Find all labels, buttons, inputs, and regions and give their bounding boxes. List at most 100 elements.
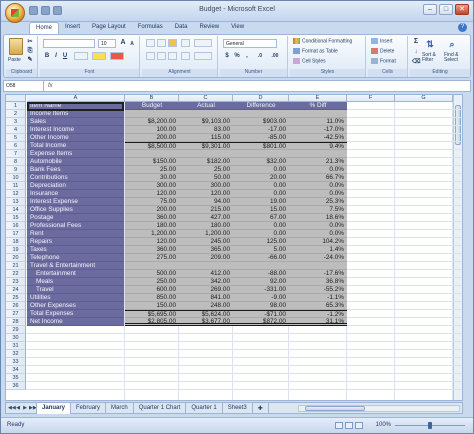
- row-header[interactable]: 35: [6, 374, 26, 382]
- row-header[interactable]: 31: [6, 342, 26, 350]
- value-cell[interactable]: -17.0%: [289, 126, 347, 134]
- value-cell[interactable]: 20.00: [233, 174, 289, 182]
- value-cell[interactable]: [179, 262, 233, 270]
- normal-view-icon[interactable]: [335, 422, 343, 429]
- value-cell[interactable]: $2,805.00: [125, 318, 179, 326]
- value-cell[interactable]: [125, 110, 179, 118]
- close-button[interactable]: ✕: [455, 4, 469, 15]
- value-cell[interactable]: 15.00: [233, 206, 289, 214]
- value-cell[interactable]: 67.00: [233, 214, 289, 222]
- number-format-dropdown[interactable]: General: [223, 39, 277, 48]
- item-name-cell[interactable]: Meals: [27, 278, 124, 286]
- value-cell[interactable]: -66.00: [233, 254, 289, 262]
- value-cell[interactable]: 275.00: [125, 254, 179, 262]
- value-cell[interactable]: 300.00: [179, 182, 233, 190]
- row-header[interactable]: 3: [6, 118, 26, 126]
- sheet-nav-icon[interactable]: ◀: [15, 405, 21, 412]
- insert-cells-button[interactable]: Insert: [371, 38, 393, 44]
- item-name-cell[interactable]: Insurance: [27, 190, 124, 198]
- value-cell[interactable]: 427.00: [179, 214, 233, 222]
- value-cell[interactable]: [233, 150, 289, 158]
- item-name-cell[interactable]: Bank Fees: [27, 166, 124, 174]
- value-cell[interactable]: 1,200.00: [179, 230, 233, 238]
- increase-decimal-icon[interactable]: .0: [253, 52, 267, 60]
- worksheet-grid[interactable]: A B C D E F G 1 Item Name Budget Actual Difference%…: [5, 94, 463, 401]
- copy-icon[interactable]: ⎘: [26, 47, 34, 55]
- insert-sheet-icon[interactable]: ✚: [253, 403, 269, 414]
- tab-data[interactable]: Data: [169, 22, 194, 34]
- value-cell[interactable]: 7.5%: [289, 206, 347, 214]
- value-cell[interactable]: 0.00: [233, 230, 289, 238]
- value-cell[interactable]: 120.00: [179, 190, 233, 198]
- item-name-cell[interactable]: Entertainment: [27, 270, 124, 278]
- row-header[interactable]: 36: [6, 382, 26, 390]
- value-cell[interactable]: 248.00: [179, 302, 233, 310]
- value-cell[interactable]: 1,200.00: [125, 230, 179, 238]
- value-cell[interactable]: 0.0%: [289, 190, 347, 198]
- font-size-dropdown[interactable]: 10: [98, 39, 116, 48]
- value-cell[interactable]: $150.00: [125, 158, 179, 166]
- align-middle-icon[interactable]: [157, 39, 166, 47]
- paste-label[interactable]: Paste: [8, 57, 21, 63]
- value-cell[interactable]: 11.0%: [289, 118, 347, 126]
- align-left-icon[interactable]: [146, 52, 155, 60]
- item-name-cell[interactable]: Expense Items: [27, 150, 124, 158]
- value-cell[interactable]: -331.00: [233, 286, 289, 294]
- value-cell[interactable]: 0.0%: [289, 222, 347, 230]
- value-cell[interactable]: 0.0%: [289, 230, 347, 238]
- indent-icon[interactable]: [181, 52, 190, 60]
- value-cell[interactable]: $872.00: [233, 318, 289, 326]
- sheet-nav-icon[interactable]: ▶: [22, 405, 28, 412]
- value-cell[interactable]: -1.2%: [289, 310, 347, 318]
- sheet-nav-icon[interactable]: ◀◀: [8, 405, 16, 412]
- value-cell[interactable]: 342.00: [179, 278, 233, 286]
- item-name-cell[interactable]: Income Items: [27, 110, 124, 118]
- find-select-label[interactable]: Find & Select: [444, 53, 466, 63]
- item-name-cell[interactable]: Rent: [27, 230, 124, 238]
- item-name-cell[interactable]: Interest Income: [27, 126, 124, 134]
- cell-styles-button[interactable]: Cell Styles: [293, 58, 326, 64]
- sheet-tab[interactable]: Quarter 1: [186, 403, 223, 414]
- cut-icon[interactable]: ✂: [26, 38, 34, 46]
- row-header[interactable]: 2: [6, 110, 26, 118]
- value-cell[interactable]: 200.00: [125, 134, 179, 142]
- page-layout-view-icon[interactable]: [345, 422, 353, 429]
- row-header[interactable]: 30: [6, 334, 26, 342]
- tab-review[interactable]: Review: [193, 22, 225, 34]
- row-header[interactable]: 33: [6, 358, 26, 366]
- value-cell[interactable]: 21.3%: [289, 158, 347, 166]
- align-right-icon[interactable]: [168, 52, 177, 60]
- align-center-icon[interactable]: [157, 52, 166, 60]
- value-cell[interactable]: 50.00: [179, 174, 233, 182]
- column-header[interactable]: E: [289, 95, 347, 102]
- value-cell[interactable]: 850.00: [125, 294, 179, 302]
- column-header[interactable]: G: [395, 95, 453, 102]
- wrap-text-icon[interactable]: [194, 39, 212, 47]
- row-header[interactable]: 14: [6, 206, 26, 214]
- value-cell[interactable]: 209.00: [179, 254, 233, 262]
- align-bottom-icon[interactable]: [168, 39, 177, 47]
- value-cell[interactable]: -17.00: [233, 126, 289, 134]
- value-cell[interactable]: 104.2%: [289, 238, 347, 246]
- row-header[interactable]: 20: [6, 254, 26, 262]
- row-header[interactable]: 18: [6, 238, 26, 246]
- percent-icon[interactable]: %: [233, 52, 241, 60]
- value-cell[interactable]: 365.00: [179, 246, 233, 254]
- item-name-cell[interactable]: Sales: [27, 118, 124, 126]
- name-box[interactable]: O58: [4, 81, 44, 91]
- value-cell[interactable]: 100.00: [125, 126, 179, 134]
- value-cell[interactable]: -24.0%: [289, 254, 347, 262]
- value-cell[interactable]: 180.00: [179, 222, 233, 230]
- value-cell[interactable]: [289, 150, 347, 158]
- page-break-view-icon[interactable]: [355, 422, 363, 429]
- row-header[interactable]: 5: [6, 134, 26, 142]
- select-all-button[interactable]: [6, 95, 26, 102]
- find-select-icon[interactable]: ⌕: [446, 38, 458, 50]
- item-name-cell[interactable]: Travel: [27, 286, 124, 294]
- fx-icon[interactable]: fx: [48, 81, 53, 91]
- header-cell[interactable]: Difference: [233, 102, 289, 110]
- formula-input[interactable]: [64, 81, 468, 91]
- value-cell[interactable]: 66.7%: [289, 174, 347, 182]
- item-name-cell[interactable]: Other Expenses: [27, 302, 124, 310]
- value-cell[interactable]: [233, 262, 289, 270]
